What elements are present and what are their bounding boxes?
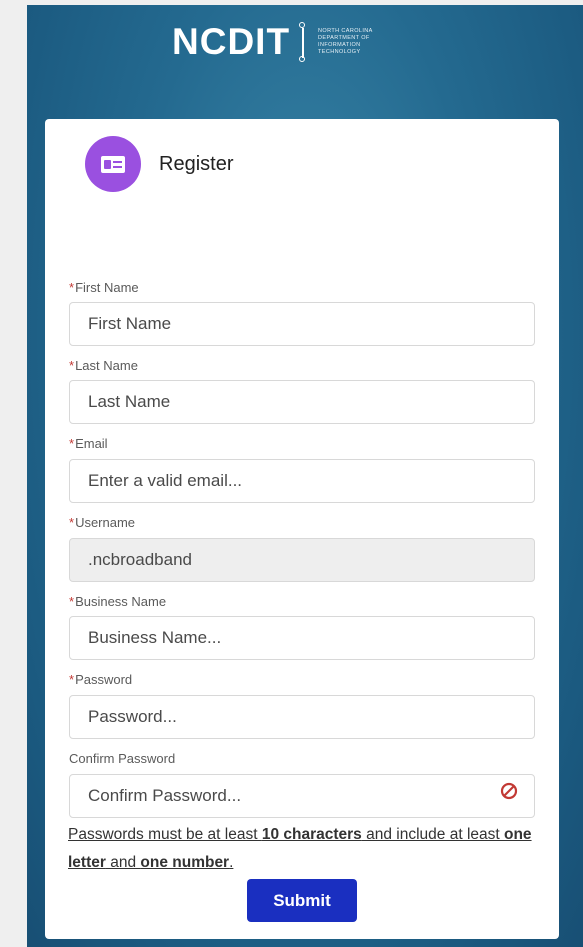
business-name-label: *Business Name [69, 594, 166, 609]
email-input[interactable] [69, 459, 535, 503]
contact-card-icon [85, 136, 141, 192]
required-marker: * [69, 672, 75, 687]
required-marker: * [69, 358, 75, 373]
first-name-input[interactable] [69, 302, 535, 346]
last-name-label: *Last Name [69, 358, 138, 373]
email-label: *Email [69, 436, 108, 451]
required-marker: * [69, 515, 75, 530]
label-text: Business Name [75, 594, 167, 609]
note-text: and include at least [361, 826, 504, 843]
logo-text: NCDIT [172, 21, 291, 62]
label-text: Last Name [75, 358, 138, 373]
logo-subtitle-line: TECHNOLOGY [318, 49, 361, 55]
confirm-password-input[interactable] [69, 774, 535, 818]
logo-subtitle: NORTH CAROLINA DEPARTMENT OF INFORMATION… [318, 28, 398, 56]
submit-button[interactable]: Submit [247, 879, 357, 922]
logo-mark-icon [298, 22, 308, 62]
label-text: Email [75, 436, 108, 451]
required-marker: * [69, 594, 75, 609]
label-text: Username [75, 515, 136, 530]
password-label: *Password [69, 672, 132, 687]
logo-subtitle-line: NORTH CAROLINA [318, 28, 373, 34]
required-marker: * [69, 280, 75, 295]
note-bold: 10 characters [261, 826, 362, 843]
note-text: and [105, 854, 141, 871]
label-text: Password [75, 672, 133, 687]
password-input[interactable] [69, 695, 535, 739]
business-name-input[interactable] [69, 616, 535, 660]
label-text: First Name [75, 280, 139, 295]
logo-subtitle-line: DEPARTMENT OF [318, 35, 370, 41]
note-text: . [229, 854, 234, 871]
password-requirements-note: Passwords must be at least 10 characters… [68, 821, 538, 877]
required-marker: * [69, 436, 75, 451]
label-text: Confirm Password [69, 751, 176, 766]
username-input[interactable] [69, 538, 535, 582]
note-text: Passwords must be at least [68, 826, 262, 843]
last-name-input[interactable] [69, 380, 535, 424]
page-title: Register [159, 153, 234, 175]
logo-subtitle-line: INFORMATION [318, 42, 361, 48]
blocked-icon [500, 782, 518, 800]
ncdit-logo: NCDIT NORTH CAROLINA DEPARTMENT OF INFOR… [172, 22, 398, 62]
confirm-password-label: Confirm Password [69, 751, 175, 766]
first-name-label: *First Name [69, 280, 139, 295]
note-bold: one number [140, 854, 230, 871]
register-card: Register *First Name *Last Name *Email *… [45, 119, 559, 939]
username-label: *Username [69, 515, 135, 530]
